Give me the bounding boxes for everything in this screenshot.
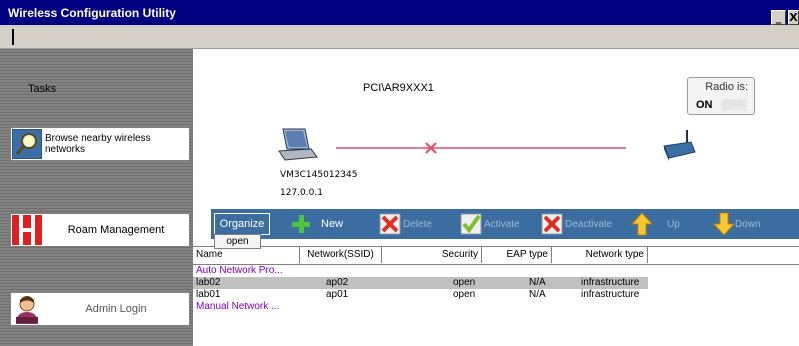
- admin-avatar-icon: [16, 296, 38, 324]
- open-menu-item[interactable]: open: [214, 234, 261, 249]
- radio-off[interactable]: OFF: [721, 99, 747, 111]
- title-bar: Wireless Configuration Utility _ X: [0, 0, 799, 25]
- browse-networks-label: Browse nearby wireless networks: [45, 133, 151, 155]
- plus-icon: [292, 215, 310, 233]
- organize-button[interactable]: Organize: [214, 213, 270, 235]
- deactivate-label: Deactivate: [565, 218, 613, 230]
- access-point-icon: [663, 130, 696, 161]
- delete-label: Delete: [403, 218, 432, 230]
- group-label: Auto Network Pro...: [196, 265, 283, 276]
- up-button[interactable]: Up: [631, 211, 680, 237]
- group-row-auto[interactable]: Auto Network Pro...: [193, 265, 799, 277]
- minimize-button[interactable]: _: [771, 10, 786, 25]
- col-network-type[interactable]: Network type: [552, 247, 648, 263]
- adapter-name: PCI\AR9XXX1: [363, 82, 434, 94]
- checkmark-icon: [460, 213, 482, 235]
- tasks-label: Tasks: [28, 83, 57, 95]
- admin-login-button[interactable]: Admin Login: [10, 292, 190, 326]
- radio-status-box[interactable]: Radio is: ON OFF: [687, 77, 755, 115]
- connection-link-icon: [336, 142, 626, 154]
- row-type: infrastructure: [581, 289, 640, 300]
- down-label: Down: [735, 218, 761, 230]
- radio-label: Radio is:: [705, 81, 748, 93]
- text-cursor: [12, 29, 14, 45]
- group-row-manual[interactable]: Manual Network ...: [193, 301, 799, 313]
- row-ssid: ap01: [326, 289, 349, 300]
- row-security: open: [453, 289, 476, 300]
- col-eap[interactable]: EAP type: [482, 247, 552, 263]
- window-title: Wireless Configuration Utility: [8, 6, 176, 20]
- table-row[interactable]: lab01 ap01 open N/A infrastructure: [193, 289, 799, 301]
- deactivate-button[interactable]: Deactivate: [541, 211, 612, 237]
- roam-management-button[interactable]: Roam Management: [10, 213, 190, 247]
- arrow-up-icon: [631, 212, 653, 236]
- row-security: open: [453, 277, 476, 288]
- profile-table: Name Network(SSID) Security EAP type Net…: [193, 246, 799, 313]
- row-name: lab01: [196, 289, 221, 300]
- browse-networks-button[interactable]: Browse nearby wireless networks: [10, 127, 190, 161]
- delete-x-icon: [379, 213, 401, 235]
- menu-bar: [0, 25, 799, 49]
- magnifier-icon: [12, 129, 42, 159]
- row-eap: N/A: [529, 277, 546, 288]
- roam-h-icon: [12, 215, 42, 245]
- col-security[interactable]: Security: [382, 247, 482, 263]
- ip-address-text: 127.0.0.1: [280, 188, 323, 198]
- close-button[interactable]: X: [788, 10, 799, 25]
- col-name[interactable]: Name: [193, 247, 300, 263]
- admin-login-label: Admin Login: [85, 303, 147, 315]
- row-eap: N/A: [529, 289, 546, 300]
- row-ssid: ap02: [326, 277, 349, 288]
- main-panel: PCI\AR9XXX1 Radio is: ON OFF VM3C1450123…: [193, 49, 799, 346]
- network-status-area: PCI\AR9XXX1 Radio is: ON OFF VM3C1450123…: [193, 49, 799, 209]
- activate-label: Activate: [484, 218, 520, 230]
- table-row[interactable]: lab02 ap02 open N/A infrastructure: [193, 277, 648, 289]
- row-name: lab02: [196, 277, 221, 288]
- up-label: Up: [667, 218, 680, 230]
- radio-on[interactable]: ON: [696, 99, 713, 111]
- down-button[interactable]: Down: [713, 211, 761, 237]
- roam-management-label: Roam Management: [67, 224, 165, 236]
- new-label: New: [321, 218, 344, 230]
- activate-button[interactable]: Activate: [460, 211, 520, 237]
- delete-button[interactable]: Delete: [379, 211, 432, 237]
- table-header: Name Network(SSID) Security EAP type Net…: [193, 246, 799, 265]
- task-sidebar: Tasks Browse nearby wireless networks Ro…: [0, 49, 193, 346]
- profile-toolbar: Organize New Delete Activate Deactivate …: [211, 209, 799, 239]
- hostname-text: VM3C145012345: [280, 170, 358, 180]
- row-type: infrastructure: [581, 277, 640, 288]
- col-ssid[interactable]: Network(SSID): [300, 247, 382, 263]
- arrow-down-icon: [713, 212, 735, 236]
- laptop-icon: [278, 128, 318, 161]
- group-label: Manual Network ...: [196, 301, 280, 312]
- new-button[interactable]: New: [291, 211, 343, 237]
- deactivate-x-icon: [541, 213, 563, 235]
